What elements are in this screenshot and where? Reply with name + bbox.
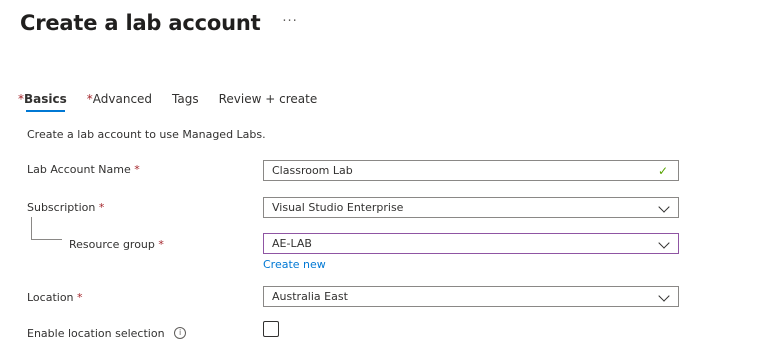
label-text: Location: [27, 291, 74, 304]
subscription-label: Subscription *: [27, 201, 104, 214]
chevron-down-icon: [658, 237, 670, 249]
input-value: Classroom Lab: [272, 164, 353, 177]
tab-label: Advanced: [92, 92, 153, 106]
location-select[interactable]: Australia East: [263, 286, 679, 307]
tab-label: Tags: [172, 92, 199, 106]
enable-location-checkbox[interactable]: [263, 321, 279, 337]
info-icon[interactable]: i: [174, 327, 187, 339]
resource-group-label: Resource group *: [69, 238, 164, 251]
required-marker: *: [158, 238, 164, 251]
subscription-select[interactable]: Visual Studio Enterprise: [263, 197, 679, 218]
lab-account-name-label: Lab Account Name *: [27, 163, 140, 176]
tab-label: Basics: [24, 92, 67, 106]
tab-advanced[interactable]: *Advanced: [87, 92, 152, 112]
label-text: Lab Account Name: [27, 163, 131, 176]
tab-label: Review + create: [218, 92, 318, 106]
ellipsis-icon[interactable]: ···: [282, 14, 297, 29]
select-value: Visual Studio Enterprise: [272, 201, 404, 214]
label-text: Subscription: [27, 201, 96, 214]
required-marker: *: [98, 201, 105, 214]
label-text: Resource group: [69, 238, 155, 251]
label-text: Enable location selection: [27, 327, 165, 340]
tree-connector: [31, 217, 62, 240]
page-title: Create a lab account: [20, 11, 261, 35]
required-marker: *: [134, 163, 140, 176]
check-icon: ✓: [657, 164, 668, 178]
select-value: Australia East: [272, 290, 348, 303]
intro-text: Create a lab account to use Managed Labs…: [27, 128, 266, 141]
create-new-link[interactable]: Create new: [263, 258, 326, 271]
chevron-down-icon: [658, 290, 670, 302]
tab-review-create[interactable]: Review + create: [219, 92, 318, 112]
enable-location-label: Enable location selection i: [27, 327, 187, 340]
required-marker: *: [77, 291, 83, 304]
lab-account-name-input[interactable]: Classroom Lab ✓: [263, 160, 679, 181]
page-header: Create a lab account ···: [20, 11, 298, 35]
chevron-down-icon: [658, 201, 670, 213]
resource-group-select[interactable]: AE-LAB: [263, 233, 679, 254]
select-value: AE-LAB: [272, 237, 312, 250]
tab-bar: *Basics *Advanced Tags Review + create: [18, 92, 337, 112]
tab-basics[interactable]: *Basics: [18, 92, 67, 112]
tab-tags[interactable]: Tags: [172, 92, 199, 112]
location-label: Location *: [27, 291, 83, 304]
